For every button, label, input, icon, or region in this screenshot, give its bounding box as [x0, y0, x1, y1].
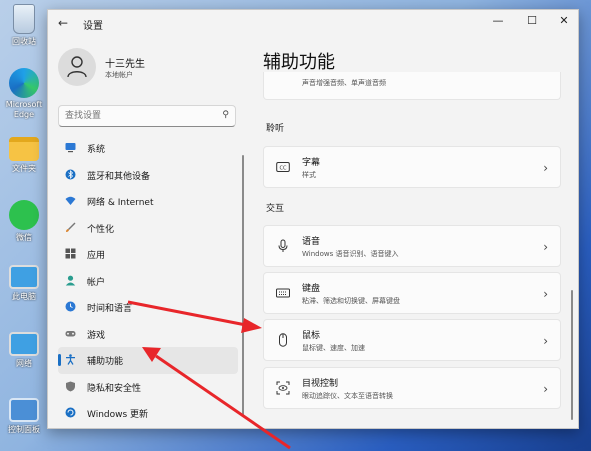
arrow-to-accessibility: [142, 347, 291, 450]
annotation-arrows: [127, 300, 291, 450]
arrow-to-mouse-card: [127, 300, 262, 333]
